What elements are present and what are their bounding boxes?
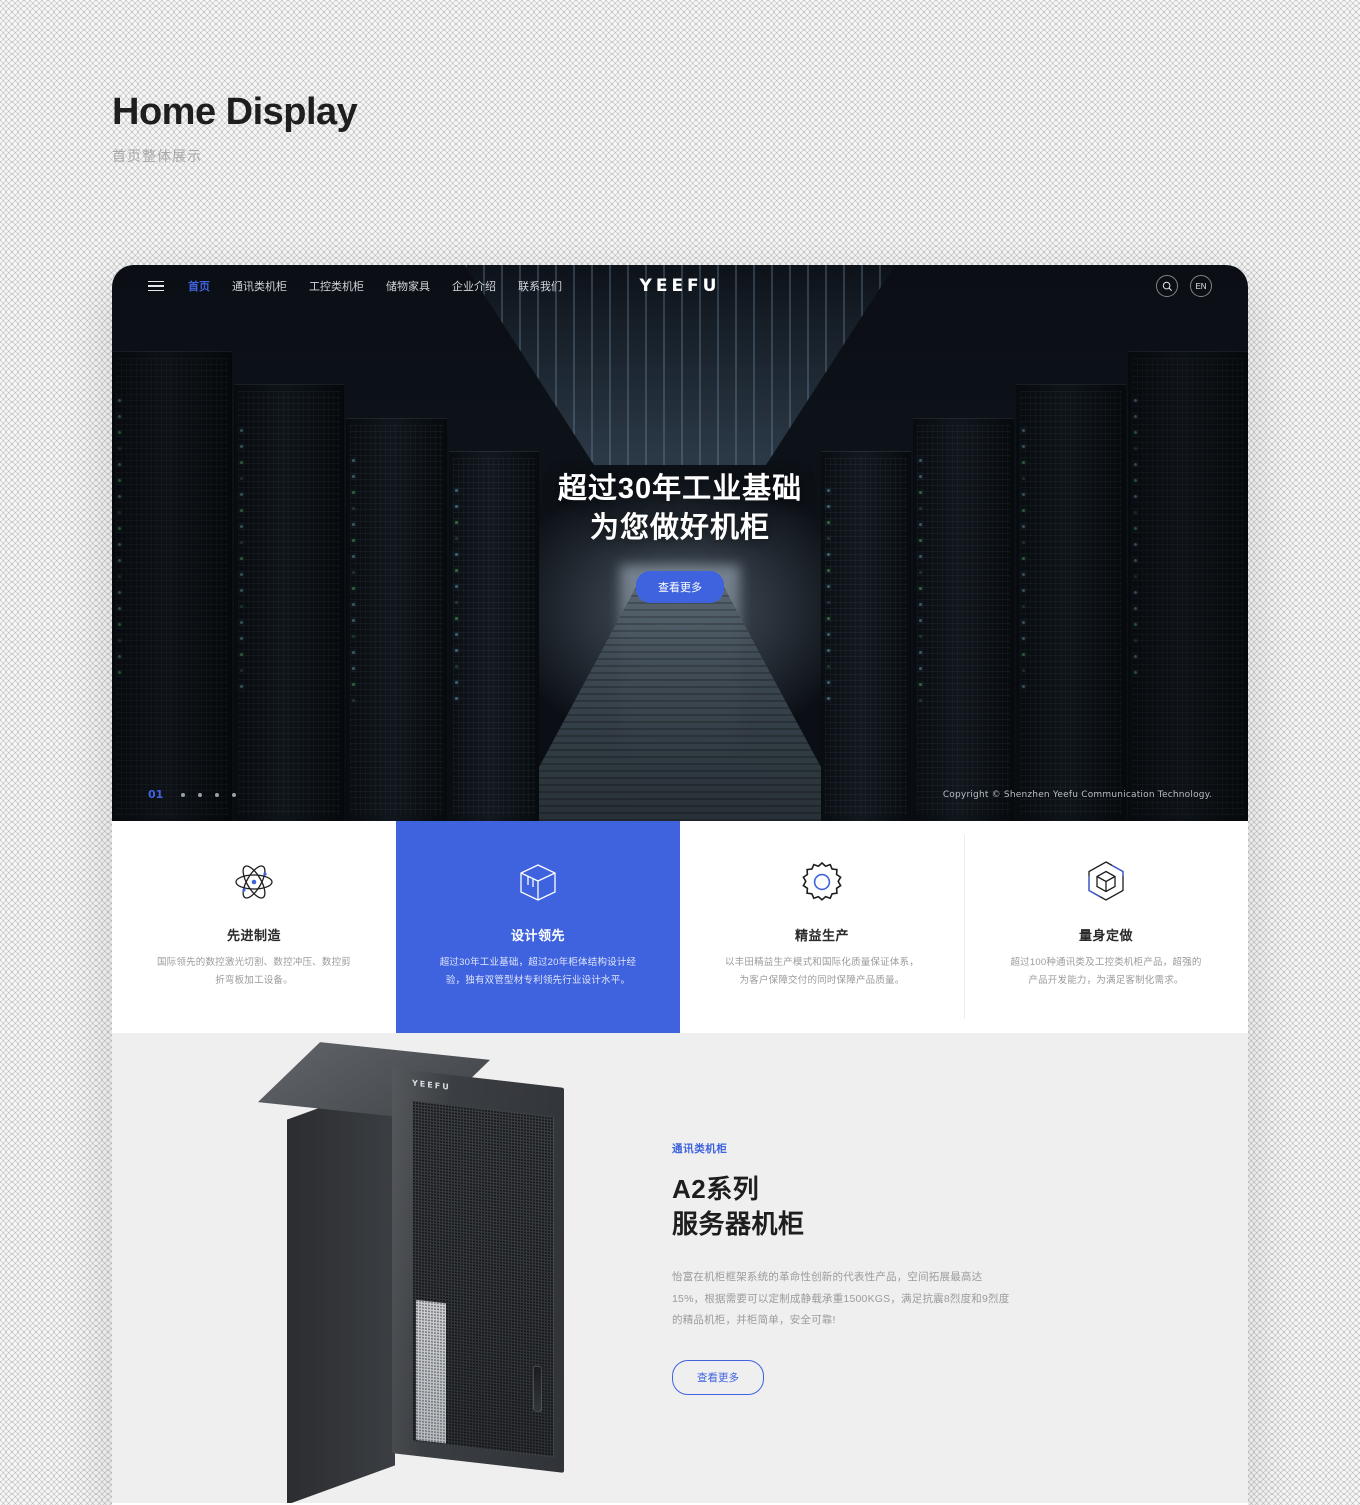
product-category-tag: 通讯类机柜	[672, 1143, 728, 1155]
copyright-text: Copyright © Shenzhen Yeefu Communication…	[942, 789, 1212, 800]
nav-item-communication-cabinets[interactable]: 通讯类机柜	[232, 278, 287, 294]
nav-item-home[interactable]: 首页	[188, 278, 210, 294]
hero-headline-line2: 为您做好机柜	[589, 512, 770, 545]
hexagon-cube-icon	[964, 855, 1248, 909]
carousel-slide-number: 01	[148, 788, 164, 801]
feature-card-lean-production[interactable]: 精益生产 以丰田精益生产模式和国际化质量保证体系，为客户保障交付的同时保障产品质…	[680, 821, 964, 1033]
carousel-dot[interactable]	[198, 792, 203, 797]
website-mockup: 首页 通讯类机柜 工控类机柜 储物家具 企业介绍 联系我们 YEEFU EN 超…	[112, 265, 1248, 1505]
carousel-dot[interactable]	[181, 792, 186, 797]
product-title-line2: 服务器机柜	[672, 1208, 805, 1239]
feature-title: 设计领先	[510, 928, 565, 943]
search-icon[interactable]	[1156, 275, 1178, 297]
carousel-dot[interactable]	[215, 792, 220, 797]
nav-item-storage-furniture[interactable]: 储物家具	[386, 278, 430, 294]
feature-cards: 先进制造 国际领先的数控激光切割、数控冲压、数控剪折弯板加工设备。 设计领先 超…	[112, 821, 1248, 1033]
cabinet-logo: YEEFU	[412, 1078, 451, 1092]
atom-icon	[112, 855, 396, 909]
hero-content: 超过30年工业基础 为您做好机柜 查看更多	[112, 470, 1248, 603]
nav-item-industrial-cabinets[interactable]: 工控类机柜	[309, 278, 364, 294]
nav-item-about[interactable]: 企业介绍	[452, 278, 496, 294]
product-details: 通讯类机柜 A2系列 服务器机柜 怡富在机柜框架系统的革命性创新的代表性产品，空…	[672, 1033, 1012, 1395]
language-toggle[interactable]: EN	[1190, 275, 1212, 297]
feature-description: 以丰田精益生产模式和国际化质量保证体系，为客户保障交付的同时保障产品质量。	[724, 957, 919, 986]
feature-description: 超过30年工业基础，超过20年柜体结构设计经验，独有双管型材专利领先行业设计水平…	[439, 957, 637, 986]
hero-footer: 01 Copyright © Shenzhen Yeefu Communicat…	[112, 788, 1248, 801]
cabinet-front-panel: YEEFU	[392, 1068, 564, 1473]
cabinet-side-panel	[287, 1080, 395, 1503]
feature-card-leading-design[interactable]: 设计领先 超过30年工业基础，超过20年柜体结构设计经验，独有双管型材专利领先行…	[396, 821, 680, 1033]
site-logo[interactable]: YEEFU	[640, 276, 721, 296]
cube-box-icon	[396, 855, 680, 909]
feature-title: 精益生产	[794, 928, 849, 943]
feature-card-advanced-manufacturing[interactable]: 先进制造 国际领先的数控激光切割、数控冲压、数控剪折弯板加工设备。	[112, 821, 396, 1033]
product-title-line1: A2系列	[672, 1174, 760, 1204]
hamburger-icon[interactable]	[148, 278, 164, 295]
page-subtitle: 首页整体展示	[112, 147, 202, 164]
hero-cta-button[interactable]: 查看更多	[636, 570, 724, 603]
nav-menu: 首页 通讯类机柜 工控类机柜 储物家具 企业介绍 联系我们	[188, 278, 562, 294]
product-section: YEEFU 通讯类机柜 A2系列 服务器机柜 怡富在机柜框架系统的革命性创新的代…	[112, 1033, 1248, 1503]
page-title: Home Display	[112, 91, 358, 133]
gear-icon	[680, 855, 964, 909]
cabinet-handle	[533, 1365, 542, 1413]
feature-description: 国际领先的数控激光切割、数控冲压、数控剪折弯板加工设备。	[156, 957, 351, 986]
hero-headline-line1: 超过30年工业基础	[557, 473, 803, 505]
cabinet-mesh-highlight	[416, 1299, 446, 1444]
feature-card-custom-made[interactable]: 量身定做 超过100种通讯类及工控类机柜产品，超强的产品开发能力，为满足客制化需…	[964, 821, 1248, 1033]
feature-title: 量身定做	[1078, 928, 1133, 943]
feature-title: 先进制造	[226, 928, 281, 943]
hero-headline: 超过30年工业基础 为您做好机柜	[112, 470, 1248, 549]
product-cta-button[interactable]: 查看更多	[672, 1359, 764, 1395]
product-description: 怡富在机柜框架系统的革命性创新的代表性产品，空间拓展最高达15%，根据需要可以定…	[672, 1271, 1010, 1327]
carousel-pagination: 01	[148, 788, 237, 801]
top-navigation: 首页 通讯类机柜 工控类机柜 储物家具 企业介绍 联系我们 YEEFU EN	[112, 265, 1248, 307]
hero-section: 首页 通讯类机柜 工控类机柜 储物家具 企业介绍 联系我们 YEEFU EN 超…	[112, 265, 1248, 821]
nav-actions: EN	[1156, 275, 1212, 297]
page-header: Home Display 首页整体展示	[112, 91, 358, 166]
carousel-dot[interactable]	[232, 792, 237, 797]
product-image: YEEFU	[112, 1033, 672, 1503]
feature-description: 超过100种通讯类及工控类机柜产品，超强的产品开发能力，为满足客制化需求。	[1010, 957, 1202, 986]
product-title: A2系列 服务器机柜	[672, 1172, 1012, 1241]
nav-item-contact[interactable]: 联系我们	[518, 278, 562, 294]
